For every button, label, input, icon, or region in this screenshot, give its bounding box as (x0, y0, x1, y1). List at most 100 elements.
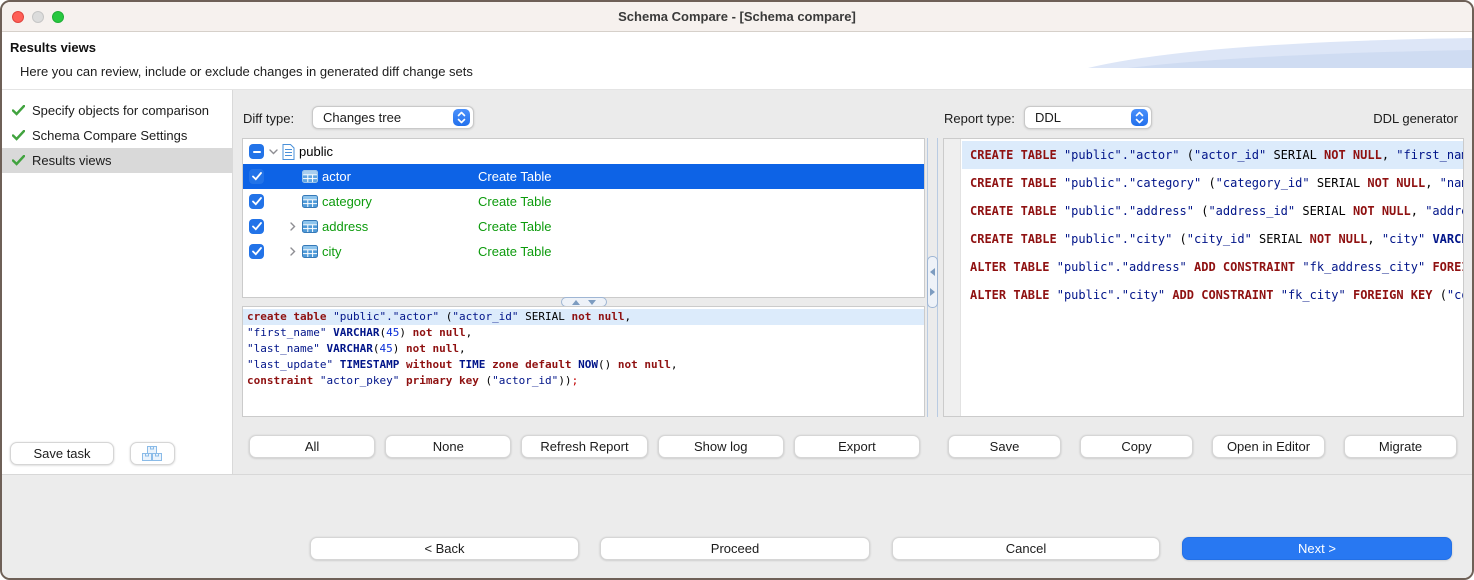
page-title: Results views (10, 40, 96, 55)
window-title: Schema Compare - [Schema compare] (618, 9, 856, 24)
table-icon (302, 245, 318, 258)
step-label: Schema Compare Settings (32, 128, 187, 143)
tree-node-action: Create Table (478, 244, 551, 259)
minimize-window-icon (32, 11, 44, 23)
tree-row-actor[interactable]: actor Create Table (243, 164, 924, 189)
zoom-window-icon[interactable] (52, 11, 64, 23)
back-button[interactable]: < Back (310, 537, 579, 560)
tree-row-city[interactable]: city Create Table (243, 239, 924, 264)
none-button-label: None (433, 439, 464, 454)
step-specify-objects[interactable]: Specify objects for comparison (2, 98, 232, 123)
tree-node-label: category (322, 194, 372, 209)
open-in-editor-label: Open in Editor (1227, 439, 1310, 454)
diff-type-dropdown[interactable]: Changes tree (312, 106, 474, 129)
checkbox-indeterminate-icon[interactable] (249, 144, 264, 159)
tree-node-label: public (299, 144, 333, 159)
show-log-button[interactable]: Show log (658, 435, 784, 458)
table-icon (302, 170, 318, 183)
arrow-down-icon[interactable] (588, 300, 596, 305)
ddl-report-editor[interactable]: CREATE TABLE "public"."actor" ("actor_id… (943, 138, 1464, 417)
wizard-header: Results views Here you can review, inclu… (2, 32, 1472, 90)
diff-type-label: Diff type: (243, 111, 294, 126)
schema-compare-dialog: Schema Compare - [Schema compare] Result… (0, 0, 1474, 580)
arrow-up-icon[interactable] (572, 300, 580, 305)
tree-node-label: city (322, 244, 342, 259)
horizontal-splitter[interactable] (242, 298, 925, 306)
next-button[interactable]: Next > (1182, 537, 1452, 560)
stacked-boxes-icon (142, 445, 163, 462)
arrow-right-icon[interactable] (930, 288, 935, 296)
change-sql-preview[interactable]: create table "public"."actor" ("actor_id… (242, 306, 925, 417)
close-window-icon[interactable] (12, 11, 24, 23)
ddl-actions-toolbar: Save Copy Open in Editor Migrate (948, 435, 1457, 458)
refresh-report-label: Refresh Report (540, 439, 628, 454)
step-results-views[interactable]: Results views (2, 148, 232, 173)
chevron-right-icon[interactable] (286, 247, 300, 256)
header-swoosh-decoration (1088, 36, 1472, 68)
proceed-button[interactable]: Proceed (600, 537, 870, 560)
all-button-label: All (305, 439, 319, 454)
tree-actions-toolbar: All None Refresh Report Show log Export (249, 435, 920, 458)
chevron-right-icon[interactable] (286, 222, 300, 231)
chevron-up-down-icon (1131, 109, 1148, 126)
step-compare-settings[interactable]: Schema Compare Settings (2, 123, 232, 148)
check-icon (12, 105, 26, 116)
step-label: Results views (32, 153, 111, 168)
report-type-value: DDL (1035, 110, 1061, 125)
none-button[interactable]: None (385, 435, 511, 458)
checkbox-checked-icon[interactable] (249, 194, 264, 209)
page-subtitle: Here you can review, include or exclude … (20, 64, 473, 79)
ddl-generator-label: DDL generator (1373, 111, 1458, 126)
save-task-button[interactable]: Save task (10, 442, 114, 465)
traffic-lights (12, 11, 64, 23)
show-log-label: Show log (694, 439, 747, 454)
checkbox-checked-icon[interactable] (249, 219, 264, 234)
tree-node-action: Create Table (478, 194, 551, 209)
table-icon (302, 195, 318, 208)
changes-tree: public actor Create Table category Creat… (242, 138, 925, 298)
wizard-steps-sidebar: Specify objects for comparison Schema Co… (2, 90, 233, 474)
table-icon (302, 220, 318, 233)
tree-node-action: Create Table (478, 219, 551, 234)
tree-row-category[interactable]: category Create Table (243, 189, 924, 214)
open-in-editor-button[interactable]: Open in Editor (1212, 435, 1325, 458)
title-bar[interactable]: Schema Compare - [Schema compare] (2, 2, 1472, 32)
refresh-report-button[interactable]: Refresh Report (521, 435, 647, 458)
vertical-splitter[interactable] (927, 138, 938, 417)
copy-label: Copy (1121, 439, 1151, 454)
ddl-report-text[interactable]: CREATE TABLE "public"."actor" ("actor_id… (962, 139, 1463, 416)
checkbox-checked-icon[interactable] (249, 169, 264, 184)
tree-node-label: address (322, 219, 368, 234)
migrate-label: Migrate (1379, 439, 1422, 454)
diff-type-value: Changes tree (323, 110, 401, 125)
chevron-up-down-icon (453, 109, 470, 126)
copy-button[interactable]: Copy (1080, 435, 1193, 458)
all-button[interactable]: All (249, 435, 375, 458)
task-variables-button[interactable] (130, 442, 175, 465)
checkbox-checked-icon[interactable] (249, 244, 264, 259)
export-label: Export (838, 439, 876, 454)
save-button[interactable]: Save (948, 435, 1061, 458)
save-label: Save (990, 439, 1020, 454)
splitter-collapse-handle[interactable] (927, 256, 938, 308)
chevron-down-icon[interactable] (266, 149, 280, 155)
proceed-label: Proceed (711, 541, 759, 556)
report-type-dropdown[interactable]: DDL (1024, 106, 1152, 129)
tree-node-action: Create Table (478, 169, 551, 184)
schema-icon (282, 144, 295, 160)
cancel-label: Cancel (1006, 541, 1046, 556)
wizard-footer: < Back Proceed Cancel Next > (2, 474, 1472, 578)
save-task-label: Save task (33, 446, 90, 461)
step-label: Specify objects for comparison (32, 103, 209, 118)
editor-gutter (944, 139, 961, 416)
report-type-label: Report type: (944, 111, 1015, 126)
cancel-button[interactable]: Cancel (892, 537, 1160, 560)
tree-node-label: actor (322, 169, 351, 184)
tree-row-address[interactable]: address Create Table (243, 214, 924, 239)
check-icon (12, 155, 26, 166)
next-label: Next > (1298, 541, 1336, 556)
export-button[interactable]: Export (794, 435, 920, 458)
tree-row-public[interactable]: public (243, 139, 924, 164)
migrate-button[interactable]: Migrate (1344, 435, 1457, 458)
arrow-left-icon[interactable] (930, 268, 935, 276)
